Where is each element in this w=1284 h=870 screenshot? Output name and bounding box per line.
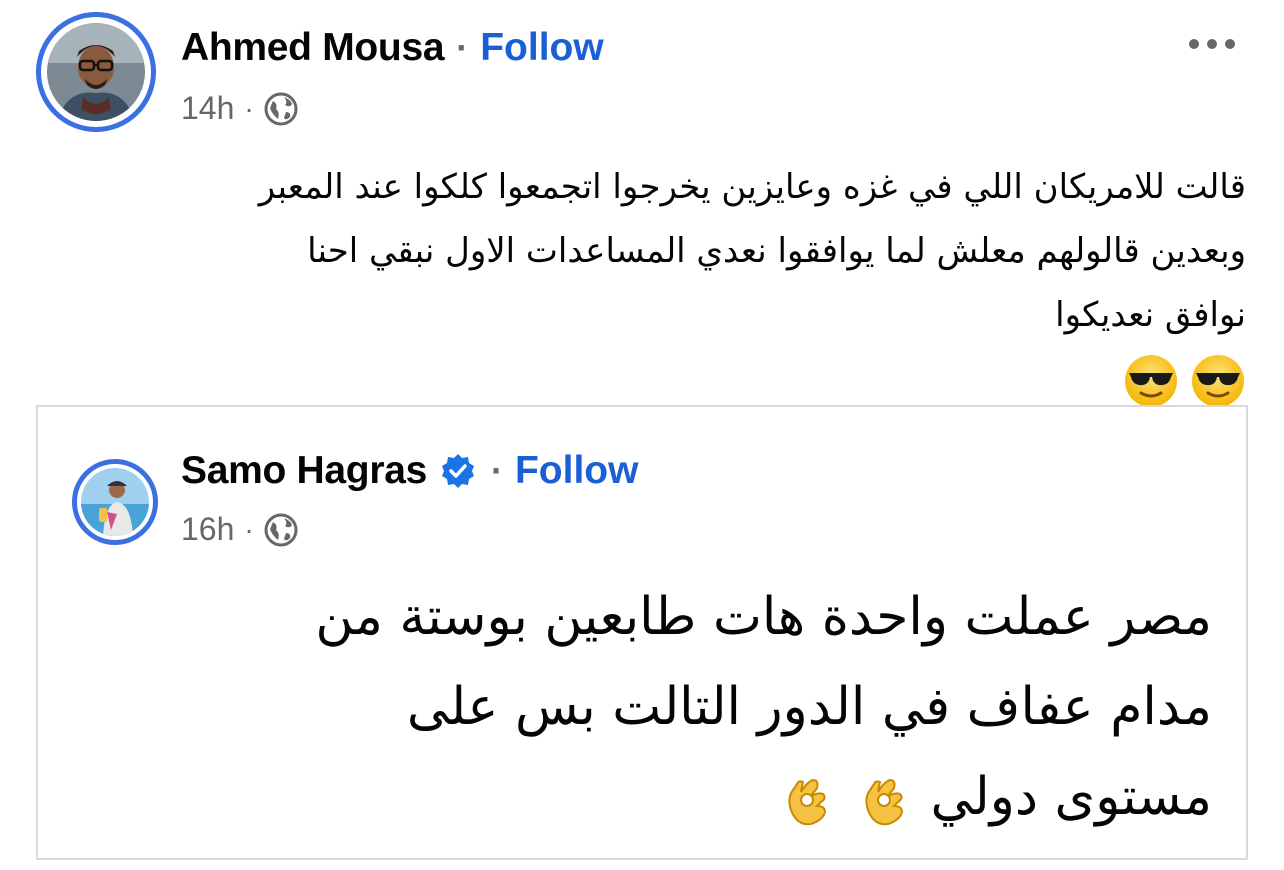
shared-text-line: مستوى دولي <box>930 767 1212 827</box>
more-horizontal-icon-dot <box>1189 39 1199 49</box>
more-options-button[interactable] <box>1182 34 1242 54</box>
shared-post-card[interactable]: Samo Hagras · Follow 16h · مصر عملت واحد… <box>36 405 1248 860</box>
avatar-photo <box>47 23 145 121</box>
sunglasses-emoji-icon <box>1125 354 1178 407</box>
shared-post-text: مصر عملت واحدة هات طابعين بوستة من مدام … <box>98 572 1212 842</box>
name-separator: · <box>456 27 469 68</box>
shared-text-line-with-emoji: مستوى دولي <box>98 752 1212 842</box>
shared-author-name-row: Samo Hagras · Follow <box>181 449 638 493</box>
meta-separator: · <box>244 513 254 545</box>
shared-post-timestamp[interactable]: 16h <box>181 511 234 548</box>
post-emoji-line <box>50 347 1246 411</box>
name-separator: · <box>490 450 503 491</box>
ok-hand-emoji-icon <box>788 778 827 826</box>
more-horizontal-icon-dot <box>1225 39 1235 49</box>
globe-icon <box>264 513 298 546</box>
post-meta: 14h · <box>181 90 298 127</box>
shared-text-line: مصر عملت واحدة هات طابعين بوستة من <box>315 587 1212 647</box>
shared-text-line: مدام عفاف في الدور التالت بس على <box>406 677 1212 737</box>
author-name[interactable]: Ahmed Mousa <box>181 26 445 70</box>
shared-post-meta: 16h · <box>181 511 298 548</box>
follow-button[interactable]: Follow <box>480 26 603 70</box>
globe-icon <box>264 92 298 125</box>
shared-author-name[interactable]: Samo Hagras <box>181 449 427 493</box>
post-timestamp[interactable]: 14h <box>181 90 234 127</box>
author-name-row: Ahmed Mousa · Follow <box>181 26 604 70</box>
sunglasses-emoji-icon <box>1192 354 1244 407</box>
more-horizontal-icon-dot <box>1207 39 1217 49</box>
meta-separator: · <box>244 92 254 124</box>
post-header: Ahmed Mousa · Follow 14h · <box>36 12 1256 142</box>
author-avatar[interactable] <box>36 12 156 132</box>
avatar-photo <box>81 468 149 536</box>
post-text: قالت للامريكان اللي في غزه وعايزين يخرجو… <box>50 155 1246 411</box>
shared-follow-button[interactable]: Follow <box>515 449 638 493</box>
shared-author-avatar[interactable] <box>72 459 158 545</box>
post-text-line: وبعدين قالولهم معلش لما يوافقوا نعدي الم… <box>307 231 1246 271</box>
ok-hand-emoji-icon <box>865 778 903 826</box>
post-text-line: نوافق نعديكوا <box>1055 295 1246 335</box>
post-text-line: قالت للامريكان اللي في غزه وعايزين يخرجو… <box>258 167 1246 207</box>
verified-badge-icon <box>441 454 474 488</box>
